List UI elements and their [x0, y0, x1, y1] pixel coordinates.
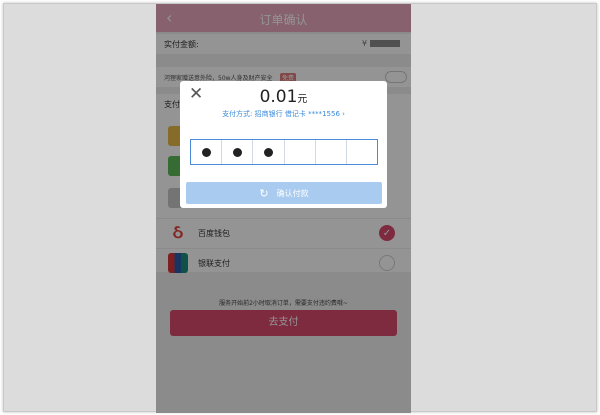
pin-dot: [232, 147, 242, 157]
payment-dialog: ✕ 0.01元 支付方式: 招商银行 借记卡 ****1556 › ↻ 确认付款: [180, 81, 387, 208]
amount-number: 0.01: [259, 87, 298, 107]
confirm-label: 确认付款: [276, 188, 309, 198]
amount-unit: 元: [297, 94, 308, 105]
pin-cell: [347, 140, 377, 164]
pin-dot: [201, 147, 211, 157]
refresh-icon: ↻: [259, 186, 269, 200]
pin-cell: [191, 140, 223, 164]
pin-cell: [253, 140, 285, 164]
confirm-button[interactable]: ↻ 确认付款: [186, 182, 382, 204]
pin-cell: [316, 140, 347, 164]
payment-method-link[interactable]: 支付方式: 招商银行 借记卡 ****1556 ›: [180, 109, 387, 119]
pin-dot: [263, 147, 273, 157]
phone-screen: ‹ 订单确认 实付金额: ¥ 河狸家赠送意外险，50w人身及财产安全 免费 支付: [156, 4, 411, 413]
screenshot-frame: ‹ 订单确认 实付金额: ¥ 河狸家赠送意外险，50w人身及财产安全 免费 支付: [3, 3, 597, 413]
pin-cell: [285, 140, 316, 164]
pin-input[interactable]: [190, 139, 378, 165]
modal-overlay: [156, 4, 411, 413]
pin-cell: [222, 140, 254, 164]
dialog-amount: 0.01元: [180, 87, 387, 107]
